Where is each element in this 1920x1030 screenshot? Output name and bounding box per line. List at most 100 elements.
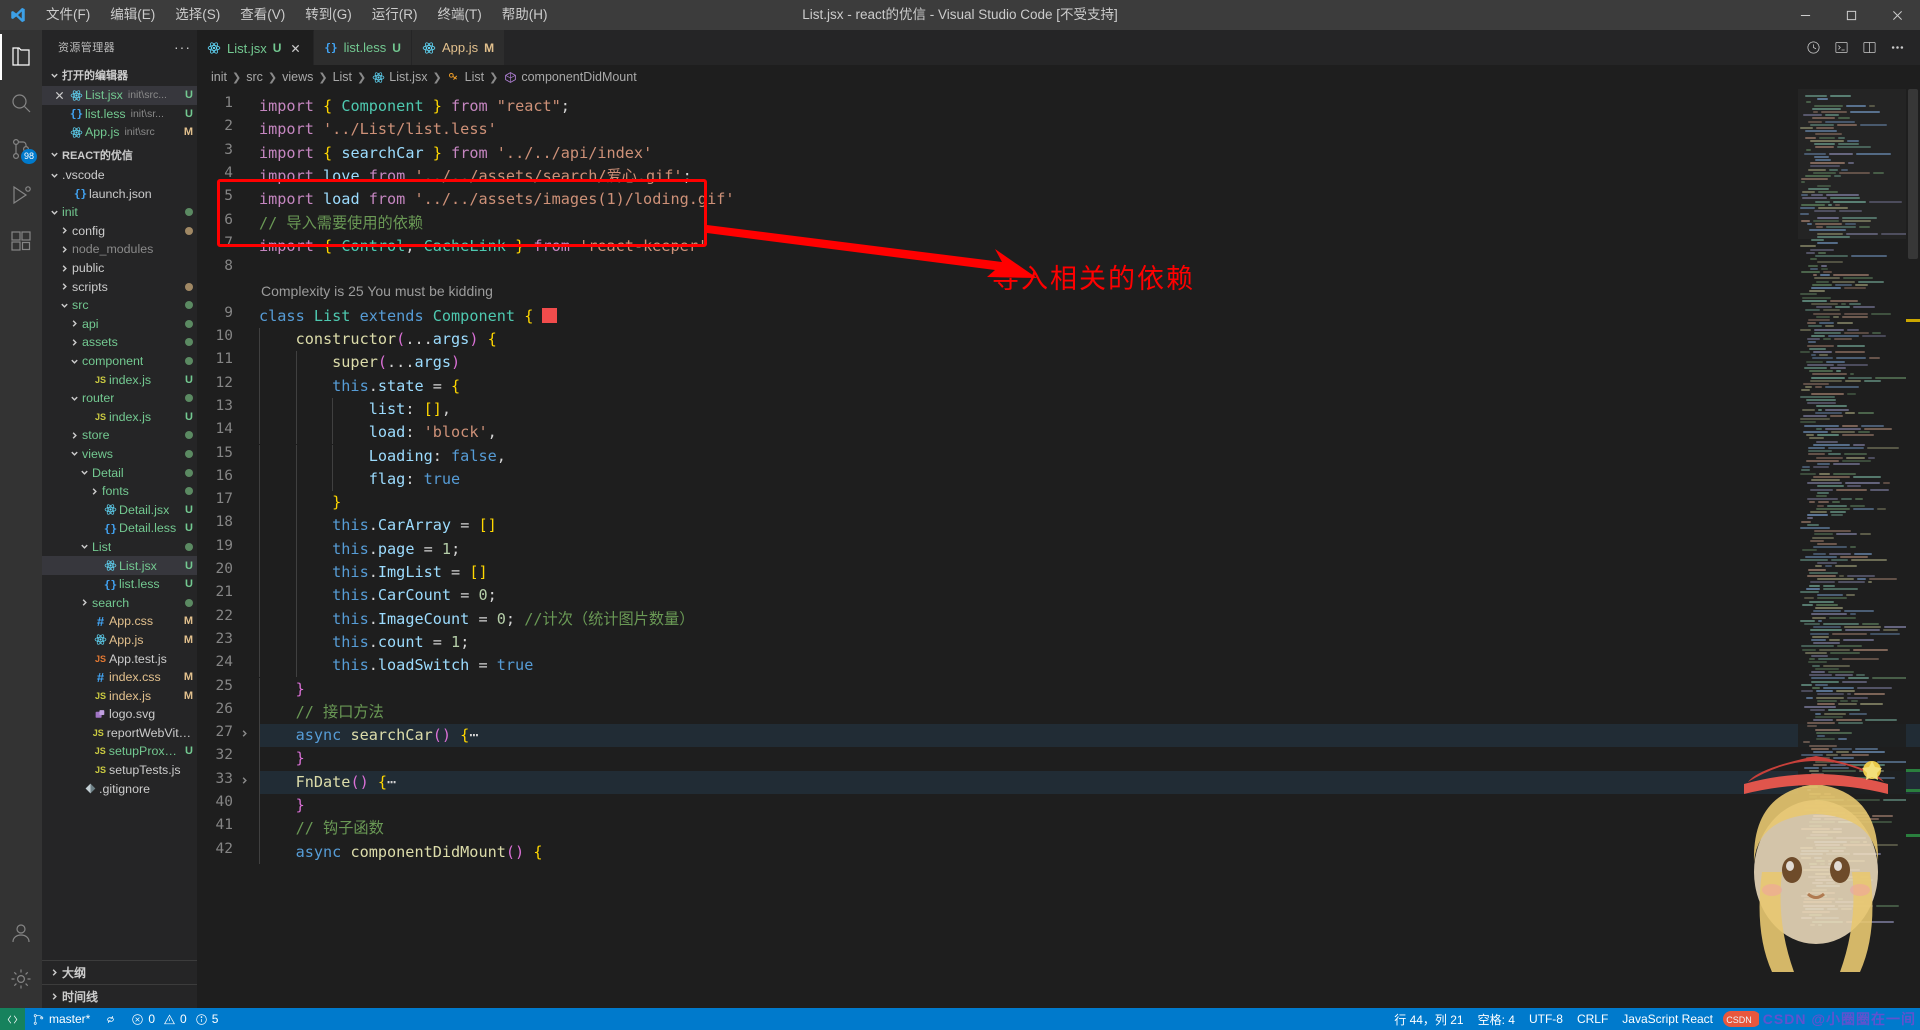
tree-file[interactable]: JS index.js U [42,408,197,427]
tree-folder[interactable]: router [42,389,197,408]
tree-file[interactable]: {} list.less U [42,575,197,594]
chevron-down-icon[interactable] [66,353,82,369]
minimap[interactable] [1798,89,1906,1008]
breadcrumb-item[interactable]: List [333,70,352,84]
tree-file[interactable]: JS setupTests.js [42,761,197,780]
tree-folder[interactable]: api [42,315,197,334]
code-line[interactable]: } [259,491,341,514]
file-tree[interactable]: .vscode{} launch.json init config node_modul… [42,166,197,960]
editor-tab[interactable]: List.jsx U [197,30,315,65]
code-line[interactable]: import load from '../../assets/images(1)… [259,188,735,211]
status-cursor-position[interactable]: 行 44，列 21 [1387,1008,1470,1030]
status-bar[interactable]: master* 0 0 5 行 44，列 21 空格: 4 UTF-8 CRLF… [0,1008,1920,1030]
chevron-right-icon[interactable] [56,241,72,257]
explorer-more-actions-icon[interactable]: ··· [174,39,191,55]
code-line[interactable]: this.loadSwitch = true [259,654,533,677]
code-line[interactable]: } [259,678,305,701]
tree-folder[interactable]: src [42,296,197,315]
tree-folder[interactable]: init [42,203,197,222]
menu-terminal[interactable]: 终端(T) [428,0,492,30]
tree-folder[interactable]: config [42,222,197,241]
chevron-right-icon[interactable] [66,427,82,443]
breadcrumb-item[interactable]: init [211,70,227,84]
status-language-mode[interactable]: JavaScript React [1615,1008,1720,1030]
activity-source-control-icon[interactable]: 98 [0,126,42,172]
tree-folder[interactable]: assets [42,333,197,352]
activity-settings-gear-icon[interactable] [0,956,42,1002]
fold-chevron-icon[interactable] [237,776,251,788]
history-icon[interactable] [1800,33,1826,63]
menu-go[interactable]: 转到(G) [295,0,362,30]
code-editor[interactable]: 1 2 3 4 5 6 7 8 9 10 11 12 13 14 15 16 17 18 19 20 21 22 23 24 2… [197,89,1920,1008]
tree-folder[interactable]: Detail [42,463,197,482]
chevron-right-icon[interactable] [56,260,72,276]
code-line[interactable]: class List extends Component { [259,305,558,328]
tree-file[interactable]: logo.svg [42,705,197,724]
editor-tab-bar[interactable]: List.jsx U {} list.less U App.js M [197,30,1920,65]
open-editors-section-header[interactable]: 打开的编辑器 [42,64,197,86]
breadcrumb-item[interactable]: views [282,70,313,84]
code-line[interactable]: // 导入需要使用的依赖 [259,212,423,235]
code-line[interactable]: this.state = { [259,375,460,398]
status-branch[interactable]: master* [25,1008,97,1030]
tree-file[interactable]: # index.css M [42,668,197,687]
tree-file[interactable]: .gitignore [42,779,197,798]
chevron-right-icon[interactable] [66,334,82,350]
outline-section[interactable]: 大纲 [42,960,197,984]
tree-folder[interactable]: List [42,538,197,557]
tree-file[interactable]: {} Detail.less U [42,519,197,538]
tree-file[interactable]: App.js M [42,631,197,650]
status-indentation[interactable]: 空格: 4 [1471,1008,1522,1030]
window-controls[interactable] [1782,0,1920,30]
code-content[interactable]: import { Component } from "react"; import… [259,89,1920,1008]
tree-file[interactable]: JS setupProxy.js U [42,742,197,761]
chevron-right-icon[interactable] [76,595,92,611]
code-line[interactable]: import '../List/list.less' [259,118,497,141]
status-sync[interactable] [97,1008,124,1030]
tree-file[interactable]: # App.css M [42,612,197,631]
tree-file[interactable]: {} launch.json [42,184,197,203]
menu-selection[interactable]: 选择(S) [165,0,230,30]
code-line[interactable]: async componentDidMount() { [259,841,543,864]
timeline-section[interactable]: 时间线 [42,984,197,1008]
code-line[interactable]: async searchCar() {⋯ [259,724,479,747]
code-line[interactable]: import love from '../../assets/search/爱心… [259,165,692,188]
breadcrumb-item[interactable]: List [447,70,484,84]
minimize-button[interactable] [1782,0,1828,30]
line-number-gutter[interactable]: 1 2 3 4 5 6 7 8 9 10 11 12 13 14 15 16 17 18 19 20 21 22 23 24 2… [197,89,259,1008]
open-editor-item[interactable]: App.js init\src M [42,123,197,142]
more-actions-icon[interactable] [1884,33,1910,63]
breadcrumb-item[interactable]: List.jsx [371,70,427,84]
code-line[interactable]: this.count = 1; [259,631,469,654]
code-line[interactable]: flag: true [259,468,460,491]
chevron-down-icon[interactable] [66,390,82,406]
open-editor-item[interactable]: {} list.less init\sr... U [42,105,197,124]
chevron-down-icon[interactable] [66,446,82,462]
status-problems[interactable]: 0 0 5 [124,1008,225,1030]
tree-folder[interactable]: public [42,259,197,278]
chevron-down-icon[interactable] [46,204,62,220]
activity-search-icon[interactable] [0,80,42,126]
open-editors-list[interactable]: List.jsx init\src... U {} list.less init\sr..… [42,86,197,142]
menu-bar[interactable]: 文件(F) 编辑(E) 选择(S) 查看(V) 转到(G) 运行(R) 终端(T… [36,0,558,30]
status-encoding[interactable]: UTF-8 [1522,1008,1570,1030]
tree-folder[interactable]: search [42,593,197,612]
activity-extensions-icon[interactable] [0,218,42,264]
tree-file[interactable]: List.jsx U [42,556,197,575]
tree-file[interactable]: JS index.js M [42,686,197,705]
split-terminal-icon[interactable] [1828,33,1854,63]
split-editor-icon[interactable] [1856,33,1882,63]
editor-tab[interactable]: App.js M [411,30,506,65]
chevron-down-icon[interactable] [76,465,92,481]
code-line[interactable]: import { Control, CacheLink } from 'reac… [259,235,707,258]
project-section-header[interactable]: REACT的优信 [42,144,197,166]
code-line[interactable]: } [259,794,305,817]
code-line[interactable]: FnDate() {⋯ [259,771,397,794]
breadcrumb-item[interactable]: src [246,70,263,84]
code-line[interactable]: this.ImageCount = 0; //计次（统计图片数量） [259,608,694,631]
code-line[interactable]: import { searchCar } from '../../api/ind… [259,142,652,165]
code-line[interactable]: super(...args) [259,351,460,374]
chevron-right-icon[interactable] [66,316,82,332]
code-line[interactable]: import { Component } from "react"; [259,95,570,118]
code-line[interactable]: // 接口方法 [259,701,384,724]
